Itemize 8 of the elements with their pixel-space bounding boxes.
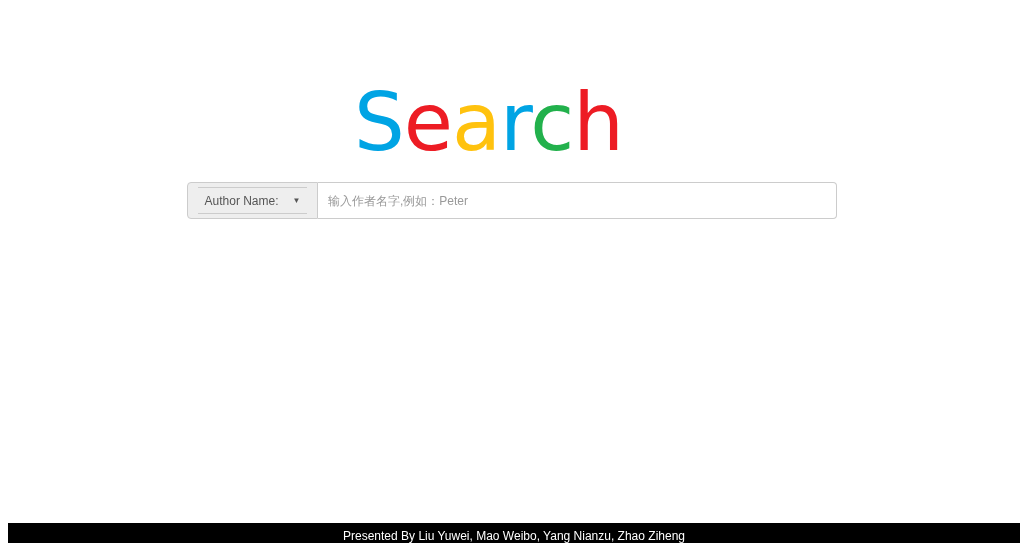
logo-letter: r bbox=[500, 76, 531, 169]
logo-letter: S bbox=[354, 76, 404, 169]
search-field[interactable]: 输入作者名字,例如：Peter bbox=[318, 182, 837, 219]
logo-letter: a bbox=[452, 76, 501, 169]
footer-credits: Presented By Liu Yuwei, Mao Weibo, Yang Nianzu, Zhao Ziheng bbox=[8, 523, 1020, 543]
logo-letter: e bbox=[403, 76, 452, 169]
logo-letter: h bbox=[573, 76, 623, 169]
author-dropdown[interactable]: Author Name: ▼ bbox=[187, 182, 318, 219]
